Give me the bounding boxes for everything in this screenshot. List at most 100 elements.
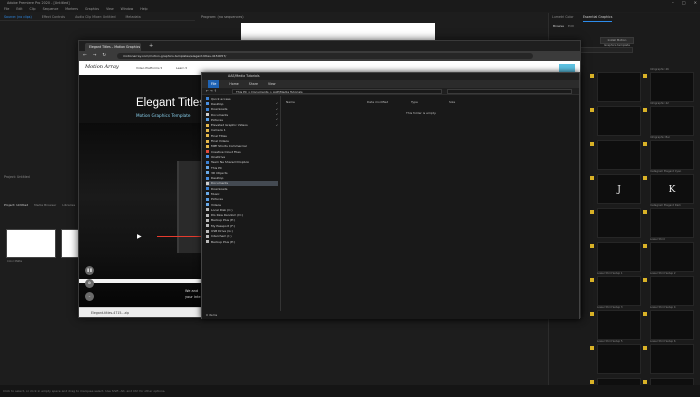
template-label: Lower third Setup 3 <box>597 306 623 309</box>
column-header-type[interactable]: Type <box>411 100 418 104</box>
project-item-thumbnail[interactable] <box>6 229 56 258</box>
ribbon-share[interactable]: Share <box>249 80 258 88</box>
template-thumbnail[interactable] <box>597 140 641 170</box>
template-thumbnail[interactable] <box>597 344 641 374</box>
folder-icon <box>206 192 209 196</box>
menu-sequence[interactable]: Sequence <box>43 6 59 12</box>
column-header-size[interactable]: Size <box>449 100 455 104</box>
tab-libraries[interactable]: Libraries <box>62 203 75 207</box>
pin-icon: ✔ <box>275 118 278 122</box>
template-badge-icon <box>643 244 647 248</box>
tab-effect-controls[interactable]: Effect Controls <box>42 13 65 20</box>
template-thumbnail[interactable] <box>650 310 694 340</box>
explorer-search-input[interactable] <box>447 89 572 94</box>
folder-icon <box>206 113 209 117</box>
address-bar[interactable]: motionarray.com/motion-graphics-template… <box>117 53 533 59</box>
ribbon-file[interactable]: File <box>208 80 220 88</box>
template-thumbnail[interactable] <box>597 208 641 238</box>
nav-pane-label: Final Titles <box>211 133 227 138</box>
nav-pane-label: Quick access <box>211 96 231 101</box>
folder-icon <box>206 229 209 233</box>
tab-project[interactable]: Project: Untitled <box>4 203 28 207</box>
folder-icon <box>206 181 209 185</box>
tab-metadata[interactable]: Metadata <box>126 13 141 20</box>
nav-pane-item[interactable]: Backup Plus (E:) <box>206 239 278 244</box>
template-thumbnail[interactable] <box>597 310 641 340</box>
template-thumbnail[interactable] <box>650 344 694 374</box>
menu-markers[interactable]: Markers <box>65 6 78 12</box>
nav-pane-label: Interchem (I:) <box>211 234 232 239</box>
template-thumbnail[interactable] <box>650 140 694 170</box>
explorer-nav-arrows[interactable]: ← → ↑ <box>206 88 217 95</box>
nav-pane-label: This PC <box>211 165 222 170</box>
nav-pane-label: Elevated Graphic Videos <box>211 123 248 128</box>
menu-file[interactable]: File <box>4 6 9 12</box>
ribbon-view[interactable]: View <box>268 80 276 88</box>
browser-tab[interactable]: Elegant Titles – Motion Graphics <box>85 43 141 51</box>
more-icon[interactable]: – <box>85 292 94 301</box>
project-item-thumbnail[interactable] <box>61 229 79 258</box>
tab-program-monitor[interactable]: Program: (no sequences) <box>201 13 244 21</box>
tab-audio-clip-mixer[interactable]: Audio Clip Mixer: Untitled <box>75 13 115 20</box>
site-logo[interactable]: Motion Array <box>85 64 119 70</box>
template-thumbnail[interactable] <box>650 106 694 136</box>
menu-view[interactable]: View <box>106 6 114 12</box>
folder-icon <box>206 234 209 238</box>
template-thumbnail[interactable]: K <box>650 174 694 204</box>
template-thumbnail[interactable] <box>650 276 694 306</box>
menu-edit[interactable]: Edit <box>16 6 22 12</box>
template-badge-icon <box>590 380 594 384</box>
source-panel-tabs: Source: (no clips) Effect Controls Audio… <box>0 13 195 21</box>
template-thumbnail[interactable] <box>597 72 641 102</box>
tab-lumetri-color[interactable]: Lumetri Color <box>552 13 574 21</box>
nav-video-platforms[interactable]: Video Platforms ▾ <box>136 66 162 70</box>
template-glyph: J <box>617 185 621 195</box>
page-body-text: your inte <box>185 295 201 299</box>
menu-graphics[interactable]: Graphics <box>85 6 99 12</box>
nav-pane-label: Backup Plus (E:) <box>211 218 236 223</box>
template-thumbnail[interactable] <box>650 208 694 238</box>
template-thumbnail[interactable]: J <box>597 174 641 204</box>
menu-window[interactable]: Window <box>121 6 134 12</box>
ribbon-home[interactable]: Home <box>229 80 238 88</box>
forward-button[interactable]: → <box>93 51 97 61</box>
template-thumbnail[interactable] <box>597 106 641 136</box>
folder-icon <box>206 203 209 207</box>
tab-media-browser[interactable]: Media Browser <box>34 203 56 207</box>
download-item[interactable]: Elegant-titles-4715...zip <box>91 310 129 316</box>
project-tabs: Project: Untitled Media Browser Librarie… <box>4 203 75 207</box>
settings-icon[interactable]: ⚙ <box>85 279 94 288</box>
file-explorer-window: AAE/Media Tutorials File Home Share View… <box>201 72 580 319</box>
subtab-browse[interactable]: Browse <box>553 24 564 28</box>
explorer-address-bar[interactable]: This PC > Documents > AAE/Media Tutorial… <box>232 89 442 94</box>
template-badge-icon <box>643 176 647 180</box>
subtab-edit[interactable]: Edit <box>568 24 574 28</box>
reload-button[interactable]: ↻ <box>102 51 106 61</box>
tab-source[interactable]: Source: (no clips) <box>4 13 32 20</box>
pause-icon[interactable]: ❚❚ <box>85 266 94 275</box>
menu-clip[interactable]: Clip <box>30 6 36 12</box>
pane-divider[interactable] <box>280 96 281 316</box>
menu-help[interactable]: Help <box>140 6 147 12</box>
template-badge-icon <box>643 346 647 350</box>
column-header-name[interactable]: Name <box>286 100 295 104</box>
template-badge-icon <box>590 108 594 112</box>
template-label: Lower third Setup 4 <box>650 306 676 309</box>
nav-pane-label: MPP Shorts Commercial <box>211 144 247 149</box>
template-thumbnail[interactable] <box>650 242 694 272</box>
nav-pane-label: Documents <box>211 112 229 117</box>
install-template-button[interactable]: Install Motion Graphics template <box>600 37 634 47</box>
tab-essential-graphics[interactable]: Essential Graphics <box>583 13 613 22</box>
back-button[interactable]: ← <box>83 51 87 61</box>
template-thumbnail[interactable] <box>597 242 641 272</box>
template-thumbnail[interactable] <box>650 72 694 102</box>
folder-icon <box>206 123 209 127</box>
nav-pane-label: My Passport (F:) <box>211 223 235 228</box>
pin-icon: ✔ <box>275 113 278 117</box>
template-thumbnail[interactable] <box>597 276 641 306</box>
play-icon[interactable]: ▶ <box>137 233 142 240</box>
site-header-button[interactable] <box>559 64 575 72</box>
new-tab-button[interactable]: + <box>149 43 153 50</box>
column-header-date[interactable]: Date modified <box>367 100 388 104</box>
nav-learn[interactable]: Learn ▾ <box>176 66 187 70</box>
